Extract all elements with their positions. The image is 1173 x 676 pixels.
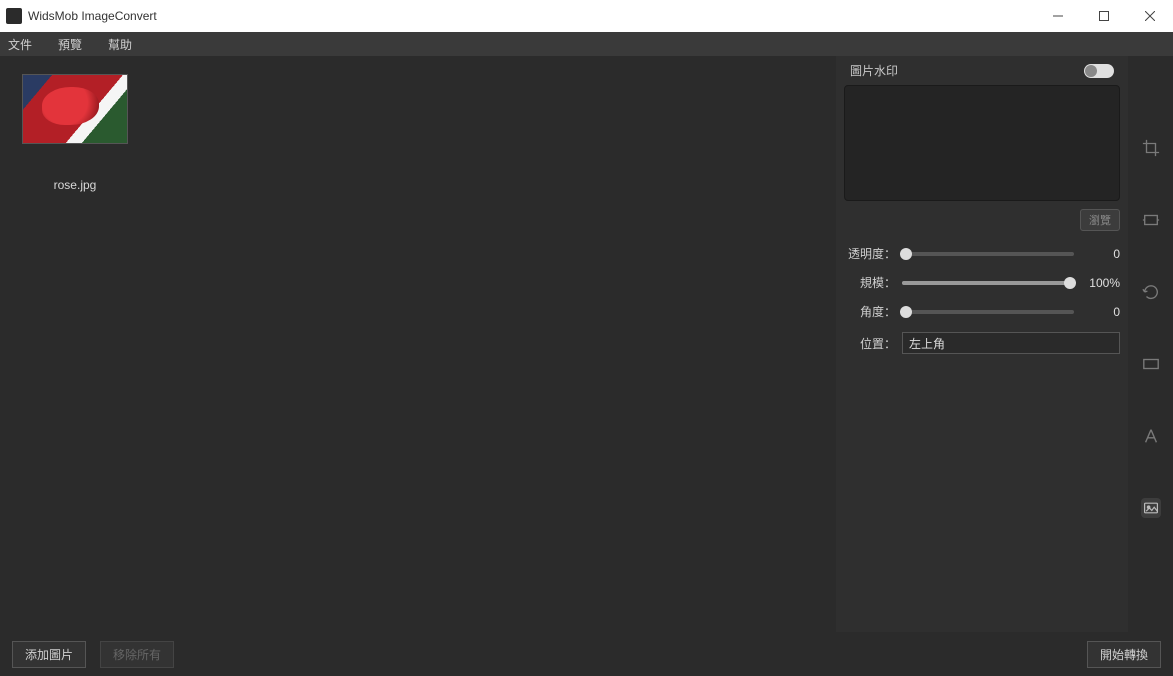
watermark-dropzone[interactable]: [844, 85, 1120, 201]
titlebar: WidsMob ImageConvert: [0, 0, 1173, 32]
panel-title: 圖片水印: [850, 62, 898, 79]
minimize-button[interactable]: [1035, 0, 1081, 32]
watermark-icon[interactable]: [1141, 498, 1161, 518]
position-select[interactable]: 左上角: [902, 332, 1120, 354]
text-icon[interactable]: [1141, 426, 1161, 446]
add-image-button[interactable]: 添加圖片: [12, 641, 86, 668]
opacity-label: 透明度：: [844, 245, 896, 262]
close-button[interactable]: [1127, 0, 1173, 32]
browse-button[interactable]: 瀏覽: [1080, 209, 1120, 231]
rotate-icon[interactable]: [1141, 282, 1161, 302]
app-icon: [6, 8, 22, 24]
angle-slider[interactable]: [902, 310, 1074, 314]
bottombar: 添加圖片 移除所有 開始轉換: [0, 632, 1173, 676]
scale-value: 100%: [1080, 276, 1120, 290]
toolstrip: [1128, 56, 1173, 632]
thumbnail-image: [22, 74, 128, 144]
opacity-value: 0: [1080, 247, 1120, 261]
menu-edit[interactable]: 預覽: [58, 36, 82, 53]
border-icon[interactable]: [1141, 354, 1161, 374]
watermark-toggle[interactable]: [1084, 64, 1114, 78]
thumbnail-area: rose.jpg: [0, 56, 836, 632]
resize-icon[interactable]: [1141, 210, 1161, 230]
menubar: 文件 預覽 幫助: [0, 32, 1173, 56]
position-value: 左上角: [909, 335, 945, 352]
menu-help[interactable]: 幫助: [108, 36, 132, 53]
scale-slider[interactable]: [902, 281, 1074, 285]
angle-value: 0: [1080, 305, 1120, 319]
thumbnail-filename: rose.jpg: [10, 178, 140, 192]
crop-icon[interactable]: [1141, 138, 1161, 158]
remove-all-button[interactable]: 移除所有: [100, 641, 174, 668]
thumbnail-item[interactable]: rose.jpg: [10, 74, 140, 192]
app-title: WidsMob ImageConvert: [28, 9, 1035, 23]
maximize-button[interactable]: [1081, 0, 1127, 32]
position-label: 位置：: [844, 335, 896, 352]
menu-file[interactable]: 文件: [8, 36, 32, 53]
opacity-slider[interactable]: [902, 252, 1074, 256]
scale-label: 規模：: [844, 274, 896, 291]
start-convert-button[interactable]: 開始轉換: [1087, 641, 1161, 668]
angle-label: 角度：: [844, 303, 896, 320]
watermark-panel: 圖片水印 瀏覽 透明度： 0 規模： 100% 角度：: [836, 56, 1128, 632]
